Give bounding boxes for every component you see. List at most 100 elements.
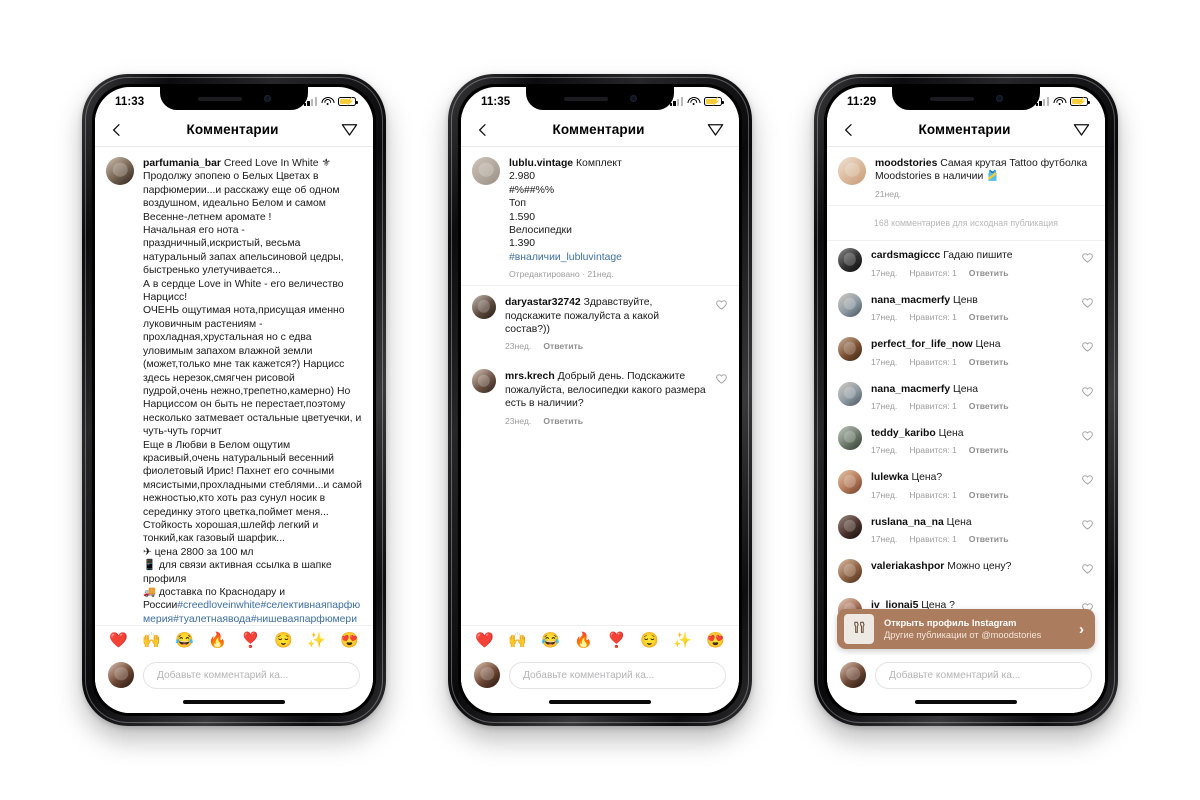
comment-input[interactable]: Добавьте комментарий ка... (143, 661, 360, 689)
like-heart-icon[interactable] (1081, 385, 1094, 398)
emoji-relieved[interactable]: 😌 (274, 633, 293, 648)
reply-button[interactable]: Ответить (969, 268, 1009, 278)
post-username[interactable]: moodstories (875, 158, 937, 169)
earpiece-speaker (929, 96, 974, 101)
phone-mockup-1: 11:33 ⚡ Комментарии parfumania_bar Creed… (82, 74, 386, 726)
like-heart-icon[interactable] (1081, 518, 1094, 531)
emoji-heart-exclaim[interactable]: ❣️ (607, 633, 626, 648)
avatar[interactable] (838, 248, 862, 273)
reply-button[interactable]: Ответить (969, 445, 1009, 455)
comments-feed[interactable]: moodstories Самая крутая Tattoo футболка… (827, 147, 1105, 655)
avatar[interactable] (838, 157, 866, 185)
comment-meta: 17нед. Нравится: 1 Ответить (871, 445, 1072, 455)
comment-username[interactable]: ruslana_na_na (871, 517, 944, 528)
post-hashtags[interactable]: #вналичии_lubluvintage (509, 251, 728, 264)
comment-username[interactable]: nana_macmerfy (871, 295, 950, 306)
comment-body: teddy_karibo Цена 17нед. Нравится: 1 Отв… (871, 426, 1072, 455)
comment-username[interactable]: valeriakashpor (871, 561, 944, 572)
reply-button[interactable]: Ответить (969, 401, 1009, 411)
post-username[interactable]: parfumania_bar (143, 158, 221, 169)
comment-body: ruslana_na_na Цена 17нед. Нравится: 1 От… (871, 515, 1072, 544)
like-heart-icon[interactable] (715, 372, 728, 385)
home-indicator (95, 699, 373, 713)
quick-emoji-bar[interactable]: ❤️ 🙌 😂 🔥 ❣️ 😌 ✨ 😍 (95, 625, 373, 655)
reply-button[interactable]: Ответить (969, 312, 1009, 322)
comment-username[interactable]: daryastar32742 (505, 297, 581, 308)
chevron-right-icon[interactable]: › (1079, 622, 1084, 637)
direct-send-icon[interactable] (1072, 120, 1091, 139)
emoji-heart-eyes[interactable]: 😍 (340, 633, 359, 648)
emoji-heart[interactable]: ❤️ (475, 633, 494, 648)
comment-message: Ценв (953, 294, 978, 306)
avatar[interactable] (838, 559, 862, 584)
like-heart-icon[interactable] (1081, 340, 1094, 353)
comment-message: Цена (975, 339, 1001, 351)
emoji-relieved[interactable]: 😌 (640, 633, 659, 648)
emoji-heart-exclaim[interactable]: ❣️ (241, 633, 260, 648)
like-heart-icon[interactable] (715, 298, 728, 311)
reply-button[interactable]: Ответить (969, 490, 1009, 500)
open-instagram-profile-banner[interactable]: Открыть профиль Instagram Другие публика… (837, 609, 1095, 649)
comment-username[interactable]: cardsmagiccc (871, 250, 940, 261)
like-heart-icon[interactable] (1081, 296, 1094, 309)
post-text: parfumania_bar Creed Love In White ⚜ Про… (143, 157, 362, 625)
back-button[interactable] (109, 122, 125, 138)
avatar[interactable] (838, 425, 862, 450)
like-heart-icon[interactable] (1081, 473, 1094, 486)
comment-meta: 17нед. Нравится: 1 Ответить (871, 357, 1072, 367)
avatar[interactable] (838, 470, 862, 495)
comment-username[interactable]: teddy_karibo (871, 428, 936, 439)
back-button[interactable] (841, 122, 857, 138)
reply-button[interactable]: Ответить (969, 534, 1009, 544)
avatar[interactable] (472, 369, 496, 394)
comment-username[interactable]: perfect_for_life_now (871, 339, 973, 350)
comments-feed[interactable]: lublu.vintage Комплект 2.980 #%##%% Топ … (461, 147, 739, 625)
phone-screen: 11:33 ⚡ Комментарии parfumania_bar Creed… (95, 87, 373, 713)
comment-input[interactable]: Добавьте комментарий ка... (875, 661, 1092, 689)
comment-row: nana_macmerfy Ценв 17нед. Нравится: 1 От… (827, 285, 1105, 329)
comment-username[interactable]: mrs.krech (505, 371, 555, 382)
comment-username[interactable]: nana_macmerfy (871, 384, 950, 395)
direct-send-icon[interactable] (340, 120, 359, 139)
reply-button[interactable]: Ответить (543, 416, 583, 426)
avatar[interactable] (108, 662, 134, 688)
post-line-6: 1.390 (509, 238, 536, 250)
avatar[interactable] (840, 662, 866, 688)
emoji-joy[interactable]: 😂 (541, 633, 560, 648)
like-heart-icon[interactable] (1081, 562, 1094, 575)
comment-input[interactable]: Добавьте комментарий ка... (509, 661, 726, 689)
comment-username[interactable]: lulewka (871, 472, 909, 483)
hashtag-prefix: России (143, 600, 178, 612)
emoji-sparkles[interactable]: ✨ (307, 633, 326, 648)
post-username[interactable]: lublu.vintage (509, 158, 573, 169)
avatar[interactable] (106, 157, 134, 185)
avatar[interactable] (472, 295, 496, 320)
quick-emoji-bar[interactable]: ❤️ 🙌 😂 🔥 ❣️ 😌 ✨ 😍 (461, 625, 739, 655)
emoji-heart-eyes[interactable]: 😍 (706, 633, 725, 648)
avatar[interactable] (472, 157, 500, 185)
like-heart-icon[interactable] (1081, 251, 1094, 264)
comment-row: lulewka Цена? 17нед. Нравится: 1 Ответит… (827, 463, 1105, 507)
direct-send-icon[interactable] (706, 120, 725, 139)
reply-button[interactable]: Ответить (969, 357, 1009, 367)
emoji-hands[interactable]: 🙌 (142, 633, 161, 648)
comment-row: daryastar32742 Здравствуйте, подскажите … (461, 286, 739, 360)
emoji-sparkles[interactable]: ✨ (673, 633, 692, 648)
avatar[interactable] (838, 292, 862, 317)
emoji-heart[interactable]: ❤️ (109, 633, 128, 648)
comment-message: Гадаю пишите (943, 250, 1013, 262)
like-heart-icon[interactable] (1081, 429, 1094, 442)
emoji-joy[interactable]: 😂 (175, 633, 194, 648)
comments-feed[interactable]: parfumania_bar Creed Love In White ⚜ Про… (95, 147, 373, 625)
back-button[interactable] (475, 122, 491, 138)
emoji-fire[interactable]: 🔥 (574, 633, 593, 648)
avatar[interactable] (474, 662, 500, 688)
avatar[interactable] (838, 381, 862, 406)
reply-button[interactable]: Ответить (543, 341, 583, 351)
avatar[interactable] (838, 514, 862, 539)
comment-likes: Нравится: 1 (909, 534, 957, 545)
emoji-hands[interactable]: 🙌 (508, 633, 527, 648)
emoji-fire[interactable]: 🔥 (208, 633, 227, 648)
wifi-icon (321, 96, 334, 107)
avatar[interactable] (838, 337, 862, 362)
